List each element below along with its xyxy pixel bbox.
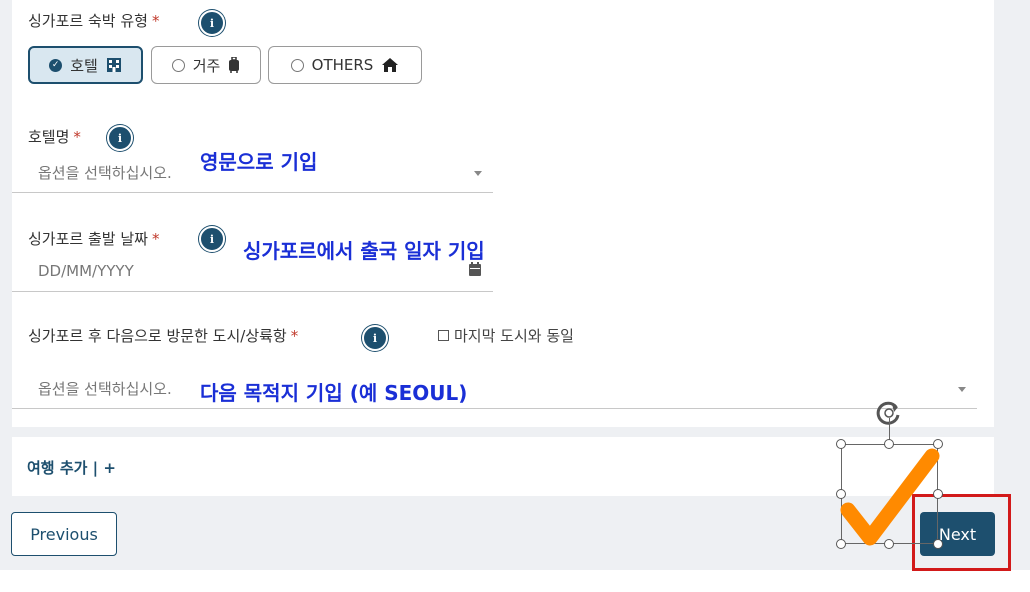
previous-button[interactable]: Previous — [11, 512, 117, 556]
next-city-label: 싱가포르 후 다음으로 방문한 도시/상륙항 * — [28, 327, 299, 345]
required-mark: * — [151, 230, 160, 248]
next-city-select[interactable]: 옵션을 선택하십시오. — [12, 378, 977, 409]
add-trip-link[interactable]: 여행 추가 | + — [27, 457, 116, 478]
departure-date-label: 싱가포르 출발 날짜 * — [28, 230, 160, 248]
same-as-last-city-checkbox[interactable]: 마지막 도시와 동일 — [438, 325, 574, 346]
resize-handle-s[interactable] — [884, 539, 894, 549]
required-mark: * — [290, 327, 299, 345]
resize-handle-sw[interactable] — [836, 539, 846, 549]
resize-handle-ne[interactable] — [933, 439, 943, 449]
caret-down-icon — [474, 171, 482, 176]
hotel-name-label: 호텔명 * — [28, 128, 81, 146]
info-icon[interactable]: i — [362, 325, 388, 351]
required-mark: * — [73, 128, 81, 146]
info-icon[interactable]: i — [199, 10, 225, 36]
resize-handle-nw[interactable] — [836, 439, 846, 449]
option-hotel[interactable]: ✓ 호텔 — [28, 46, 143, 84]
radio-icon — [171, 58, 185, 72]
home-icon — [382, 58, 399, 72]
check-circle-icon: ✓ — [49, 58, 63, 72]
departure-date-annotation: 싱가포르에서 출국 일자 기입 — [243, 239, 485, 263]
checkbox-icon[interactable] — [438, 330, 449, 341]
resize-handle-se[interactable] — [933, 539, 943, 549]
accommodation-label: 싱가포르 숙박 유형 * — [28, 12, 160, 30]
resize-handle-n[interactable] — [884, 439, 894, 449]
required-mark: * — [151, 12, 160, 30]
option-others[interactable]: OTHERS — [268, 46, 422, 84]
departure-date-input[interactable]: DD/MM/YYYY — [12, 262, 493, 292]
hotel-name-select[interactable]: 옵션을 선택하십시오. — [12, 162, 493, 193]
hotel-name-placeholder: 옵션을 선택하십시오. — [38, 164, 172, 182]
orange-checkmark-icon — [840, 448, 940, 546]
departure-date-placeholder: DD/MM/YYYY — [38, 262, 134, 280]
next-city-placeholder: 옵션을 선택하십시오. — [38, 380, 172, 398]
resize-handle-w[interactable] — [836, 489, 846, 499]
caret-down-icon — [958, 387, 966, 392]
calendar-icon[interactable] — [468, 262, 482, 277]
luggage-icon — [229, 57, 240, 73]
info-icon[interactable]: i — [199, 226, 225, 252]
hotel-building-icon — [106, 58, 121, 72]
resize-handle-e[interactable] — [933, 489, 943, 499]
radio-icon — [290, 58, 304, 72]
info-icon[interactable]: i — [107, 125, 133, 151]
option-residence[interactable]: 거주 — [151, 46, 261, 84]
